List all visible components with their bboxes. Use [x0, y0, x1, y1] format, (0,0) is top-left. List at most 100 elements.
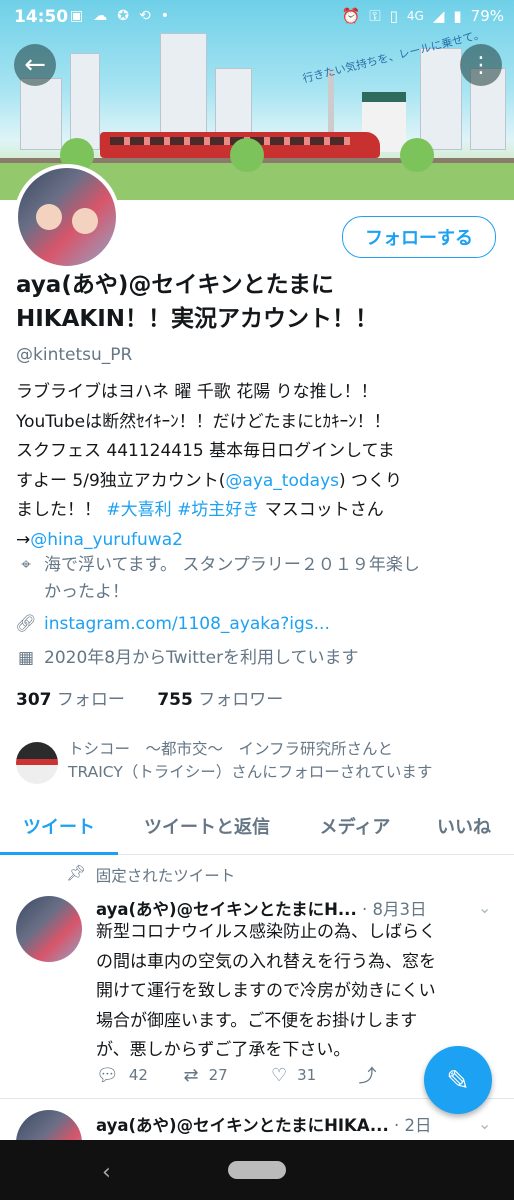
status-time: 14:50	[14, 7, 69, 27]
pinned-label: 固定されたツイート	[95, 867, 236, 885]
pin-icon: 📌︎	[66, 864, 86, 882]
chevron-down-icon[interactable]: ⌄	[478, 1114, 491, 1133]
avatar-character	[36, 204, 62, 230]
tab-likes[interactable]: いいね	[414, 800, 514, 852]
banner-building	[420, 48, 462, 150]
profile-website: 🔗︎ instagram.com/1108_ayaka?igs...	[15, 611, 330, 638]
follow-stats: 307 フォロー 755 フォロワー	[16, 685, 283, 710]
hashtag-link[interactable]: #坊主好き	[177, 500, 259, 520]
banner-tree	[230, 138, 264, 172]
tweet-line: 新型コロナウイルス感染防止の為、しばらく	[96, 922, 436, 942]
chevron-down-icon[interactable]: ⌄	[478, 898, 491, 917]
profile-bio: ラブライブはヨハネ 曜 千歌 花陽 りな推し！！ YouTubeは断然ｾｲｷｰﾝ…	[16, 378, 502, 555]
tweet-author-name[interactable]: aya(あや)@セイキンとたまにH...	[96, 900, 357, 919]
display-name-line: HIKAKIN！！実況アカウント！！	[16, 306, 379, 332]
followers-count: 755	[157, 690, 193, 710]
profile-tabs: ツイート ツイートと返信 メディア いいね	[0, 800, 514, 855]
app-icon: ✪	[117, 8, 129, 24]
more-options-button[interactable]: ⋮	[460, 44, 502, 86]
location-line: 海で浮いてます。 スタンプラリー２０１９年楽し	[44, 555, 420, 575]
battery-level: 79%	[470, 7, 504, 25]
display-name: aya(あや)@セイキンとたまに HIKAKIN！！実況アカウント！！	[16, 268, 506, 336]
cloud-icon: ☁	[93, 8, 108, 24]
location-pin-icon: ⌖	[21, 555, 31, 575]
followers-stat[interactable]: 755 フォロワー	[157, 690, 283, 710]
follower-avatar	[16, 742, 58, 784]
alarm-icon: ⏰	[341, 7, 361, 25]
tweet-actions: 💬︎ 42 ⇄ 27 ♡ 31 ⤴	[96, 1062, 446, 1088]
banner-building	[20, 78, 62, 150]
bio-text: ました！！	[16, 500, 107, 520]
follow-button[interactable]: フォローする	[342, 216, 496, 258]
nav-back-icon[interactable]: ‹	[102, 1160, 111, 1185]
tab-tweets-and-replies[interactable]: ツイートと返信	[118, 800, 296, 852]
user-handle: @kintetsu_PR	[16, 345, 133, 365]
bio-line: すよー 5/9独立アカウント(@aya_todays) つくり	[16, 467, 502, 497]
banner-building	[70, 53, 100, 150]
tweet-line: 場合が御座います。ご不便をお掛けします	[96, 1010, 418, 1031]
tweet-avatar[interactable]	[16, 896, 82, 962]
bio-text: ) つくり	[339, 470, 403, 491]
reply-icon: 💬︎	[96, 1064, 119, 1086]
followed-by[interactable]: トシコー ～都市交～ インフラ研究所さんと TRAICY（トライシー）さんにフォ…	[16, 738, 432, 784]
more-vertical-icon: ⋮	[470, 52, 492, 78]
heart-icon: ♡	[271, 1064, 288, 1086]
tweet-date: · 2日	[393, 1116, 432, 1135]
tab-tweets[interactable]: ツイート	[0, 800, 118, 855]
back-button[interactable]: ←	[14, 44, 56, 86]
share-icon: ⤴	[358, 1066, 377, 1087]
hashtag-link[interactable]: #大喜利	[106, 500, 171, 520]
tweet-text: 新型コロナウイルス感染防止の為、しばらく の間は車内の空気の入れ替えを行う為、窓…	[96, 918, 496, 1066]
location-line: かったよ！	[44, 582, 129, 602]
calendar-icon: ▦	[17, 648, 35, 668]
website-link[interactable]: instagram.com/1108_ayaka?igs...	[44, 611, 330, 638]
retweet-button[interactable]: ⇄ 27	[184, 1062, 272, 1088]
compose-feather-icon: ✎	[446, 1063, 470, 1097]
bio-text: →	[16, 529, 31, 550]
like-button[interactable]: ♡ 31	[271, 1062, 359, 1088]
tweet-line: 開けて運行を致しますので冷房が効きにくい	[96, 981, 436, 1001]
following-count: 307	[16, 690, 52, 710]
status-bar: 14:50 ▣ ☁ ✪ ⟲ • ⏰ ⚿ ▯ 4G ◢ ▮ 79%	[0, 0, 514, 34]
signal-icon: ◢	[432, 7, 445, 25]
banner-tree	[400, 138, 434, 172]
battery-icon: ▮	[453, 7, 462, 25]
followed-by-line: トシコー ～都市交～ インフラ研究所さんと	[68, 740, 394, 758]
tweet-header: aya(あや)@セイキンとたまにHIKA... · 2日	[96, 1112, 431, 1136]
arrow-left-icon: ←	[24, 50, 46, 80]
tab-media[interactable]: メディア	[296, 800, 414, 852]
bio-line: ラブライブはヨハネ 曜 千歌 花陽 りな推し！！	[16, 382, 378, 402]
reply-button[interactable]: 💬︎ 42	[96, 1062, 184, 1088]
compose-tweet-button[interactable]: ✎	[424, 1046, 492, 1114]
following-stat[interactable]: 307 フォロー	[16, 690, 125, 710]
reply-count: 42	[128, 1066, 148, 1084]
avatar-character	[72, 208, 98, 234]
retweet-icon: ⇄	[183, 1064, 199, 1086]
bio-text: マスコットさん	[259, 500, 384, 520]
pinned-indicator: 📌︎ 固定されたツイート	[66, 864, 235, 886]
bio-line: →@hina_yurufuwa2	[16, 526, 502, 556]
nav-home-pill[interactable]	[228, 1161, 286, 1179]
profile-avatar[interactable]	[14, 164, 120, 270]
sync-icon: ⟲	[138, 8, 151, 24]
followers-label: フォロワー	[198, 690, 284, 710]
followed-by-line: TRAICY（トライシー）さんにフォローされています	[68, 763, 433, 781]
following-label: フォロー	[56, 690, 125, 710]
profile-joined: ▦ 2020年8月からTwitterを利用しています	[16, 645, 359, 672]
mention-link[interactable]: @aya_todays	[225, 471, 339, 491]
like-count: 31	[297, 1066, 317, 1084]
joined-date: 2020年8月からTwitterを利用しています	[44, 648, 359, 668]
tweet-author-name[interactable]: aya(あや)@セイキンとたまにHIKA...	[96, 1116, 389, 1135]
gallery-icon: ▣	[70, 8, 84, 24]
vibrate-icon: ▯	[389, 7, 398, 25]
key-icon: ⚿	[369, 7, 381, 25]
tweet-header: aya(あや)@セイキンとたまにH... · 8月3日	[96, 896, 426, 920]
retweet-count: 27	[208, 1066, 228, 1084]
network-label: 4G	[406, 9, 424, 23]
bio-line: スクフェス 441124415 基本毎日ログインしてま	[16, 441, 395, 461]
bio-text: すよー 5/9独立アカウント(	[16, 470, 226, 491]
bio-line: YouTubeは断然ｾｲｷｰﾝ！！だけどたまにﾋｶｷｰﾝ！！	[16, 411, 391, 432]
dot-icon: •	[160, 8, 169, 24]
display-name-line: aya(あや)@セイキンとたまに	[16, 272, 334, 298]
mention-link[interactable]: @hina_yurufuwa2	[30, 530, 183, 550]
